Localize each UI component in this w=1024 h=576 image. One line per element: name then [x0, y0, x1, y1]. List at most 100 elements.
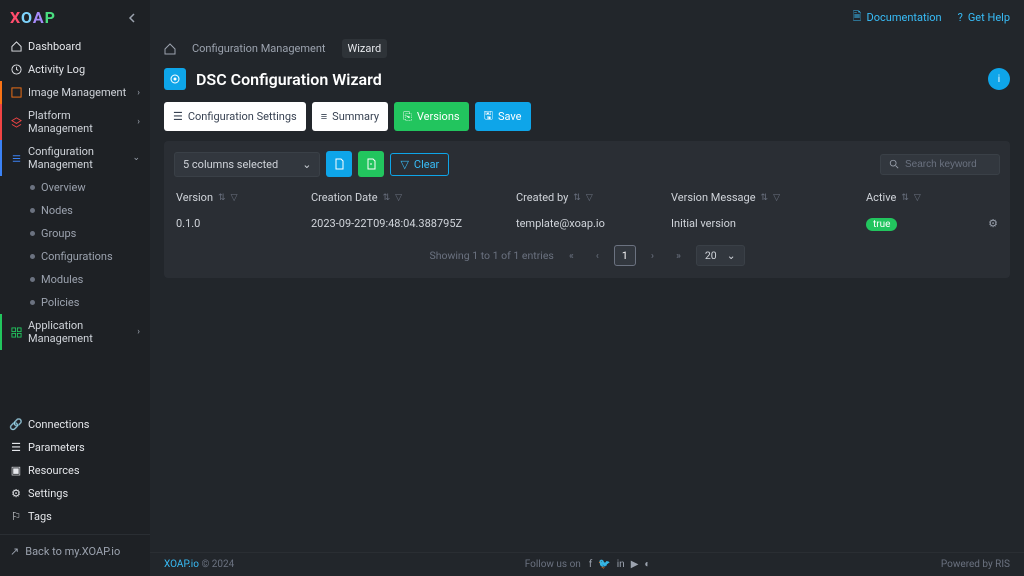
nav-overview[interactable]: Overview: [24, 176, 150, 199]
documentation-link[interactable]: 🗎Documentation: [853, 8, 942, 27]
doc-icon: 🗎: [853, 8, 862, 27]
th-by: Created by: [516, 191, 568, 204]
tabs: ☰Configuration Settings ≡Summary ⎘Versio…: [164, 102, 1010, 131]
filter-icon[interactable]: ▽: [231, 193, 238, 203]
filter-icon[interactable]: ▽: [773, 193, 780, 203]
nav-nodes[interactable]: Nodes: [24, 199, 150, 222]
back-link[interactable]: ↗ Back to my.XOAP.io: [0, 534, 150, 568]
cell-msg: Initial version: [671, 217, 866, 230]
chevron-down-icon: ⌄: [302, 158, 311, 171]
sort-icon[interactable]: ⇅: [218, 193, 226, 203]
sort-icon[interactable]: ⇅: [901, 193, 909, 203]
sort-icon[interactable]: ⇅: [383, 193, 391, 203]
page-current[interactable]: 1: [614, 245, 636, 266]
search-input[interactable]: [905, 159, 991, 170]
nav-activity[interactable]: Activity Log: [0, 58, 150, 81]
save-button[interactable]: 🖫Save: [475, 102, 531, 131]
breadcrumb-home-icon[interactable]: [164, 43, 176, 55]
pagination-info: Showing 1 to 1 of 1 entries: [429, 249, 553, 262]
active-badge: true: [866, 218, 897, 231]
footer-brand[interactable]: XOAP.io: [164, 559, 199, 570]
twitter-icon[interactable]: 🐦: [598, 559, 610, 570]
help-icon: ?: [958, 11, 963, 24]
logo[interactable]: XOAP: [10, 8, 56, 27]
breadcrumb-wizard[interactable]: Wizard: [342, 39, 388, 58]
nav-app-mgmt[interactable]: Application Management ›: [0, 314, 150, 350]
box-icon: ▣: [10, 465, 22, 477]
nav-label: Image Management: [28, 86, 126, 99]
grid-icon: [10, 326, 22, 338]
th-version: Version: [176, 191, 213, 204]
settings-icon: ☰: [173, 110, 183, 123]
github-icon[interactable]: ◐: [644, 559, 650, 570]
row-settings-icon[interactable]: ⚙: [988, 217, 998, 230]
nav-parameters[interactable]: ☰Parameters: [0, 436, 150, 459]
filter-icon[interactable]: ▽: [914, 193, 921, 203]
image-icon: [10, 87, 22, 99]
breadcrumb-config[interactable]: Configuration Management: [186, 39, 332, 58]
page-prev[interactable]: ‹: [589, 246, 606, 265]
layers-icon: [10, 116, 22, 128]
page-first[interactable]: «: [562, 246, 581, 265]
help-link[interactable]: ?Get Help: [958, 11, 1010, 24]
filter-icon[interactable]: ▽: [586, 193, 593, 203]
nav-platform-mgmt[interactable]: Platform Management ›: [0, 104, 150, 140]
sliders-icon: [10, 152, 22, 164]
nav-policies[interactable]: Policies: [24, 291, 150, 314]
nav-connections[interactable]: 🔗Connections: [0, 413, 150, 436]
nav-label: Activity Log: [28, 63, 85, 76]
nav-tags[interactable]: ⚐Tags: [0, 505, 150, 528]
save-icon: 🖫: [484, 107, 493, 126]
link-icon: 🔗: [10, 419, 22, 431]
footer: XOAP.io © 2024 Follow us on f 🐦 in ▶ ◐ P…: [150, 552, 1024, 576]
nav-config-mgmt[interactable]: Configuration Management ⌄: [0, 140, 150, 176]
sort-icon[interactable]: ⇅: [761, 193, 769, 203]
tab-config-settings[interactable]: ☰Configuration Settings: [164, 102, 306, 131]
page-next[interactable]: ›: [644, 246, 661, 265]
tab-versions[interactable]: ⎘Versions: [394, 102, 469, 131]
back-icon: ↗: [10, 545, 19, 558]
sort-icon[interactable]: ⇅: [573, 193, 581, 203]
nav-modules[interactable]: Modules: [24, 268, 150, 291]
nav-config-submenu: Overview Nodes Groups Configurations Mod…: [0, 176, 150, 314]
follow-label: Follow us on: [525, 559, 581, 570]
nav-image-mgmt[interactable]: Image Management ›: [0, 81, 150, 104]
linkedin-icon[interactable]: in: [617, 559, 625, 570]
gear-icon: ⚙: [10, 488, 22, 500]
search-box[interactable]: [880, 154, 1000, 175]
download-button[interactable]: [358, 151, 384, 177]
nav-dashboard[interactable]: Dashboard: [0, 35, 150, 58]
topbar: 🗎Documentation ?Get Help: [150, 0, 1024, 35]
facebook-icon[interactable]: f: [589, 559, 592, 570]
versions-icon: ⎘: [403, 110, 412, 124]
summary-icon: ≡: [321, 110, 327, 123]
nav-resources[interactable]: ▣Resources: [0, 459, 150, 482]
nav-groups[interactable]: Groups: [24, 222, 150, 245]
page-title: DSC Configuration Wizard: [196, 70, 978, 89]
user-avatar[interactable]: i: [988, 68, 1010, 90]
tab-summary[interactable]: ≡Summary: [312, 102, 388, 131]
cell-by: template@xoap.io: [516, 217, 671, 230]
nav-configurations[interactable]: Configurations: [24, 245, 150, 268]
table-row[interactable]: 0.1.0 2023-09-22T09:48:04.388795Z templa…: [174, 210, 1000, 237]
powered-by: Powered by RIS: [941, 559, 1010, 570]
nav-bottom: 🔗Connections ☰Parameters ▣Resources ⚙Set…: [0, 409, 150, 576]
list-icon: ☰: [10, 442, 22, 454]
youtube-icon[interactable]: ▶: [631, 559, 639, 570]
nav-settings[interactable]: ⚙Settings: [0, 482, 150, 505]
column-selector[interactable]: 5 columns selected ⌄: [174, 152, 320, 177]
filter-icon[interactable]: ▽: [395, 193, 402, 203]
cell-creation: 2023-09-22T09:48:04.388795Z: [311, 217, 516, 230]
export-button[interactable]: [326, 151, 352, 177]
chevron-right-icon: ›: [137, 327, 140, 337]
th-creation: Creation Date: [311, 191, 378, 204]
versions-panel: 5 columns selected ⌄ ▽Clear Version ⇅ ▽: [164, 141, 1010, 278]
page-last[interactable]: »: [669, 246, 688, 265]
sidebar-collapse-button[interactable]: [126, 11, 140, 25]
chevron-down-icon: ⌄: [727, 249, 736, 262]
page-size-select[interactable]: 20⌄: [696, 245, 745, 266]
clear-button[interactable]: ▽Clear: [390, 153, 449, 176]
nav-label: Platform Management: [28, 109, 131, 135]
pagination: Showing 1 to 1 of 1 entries « ‹ 1 › » 20…: [174, 237, 1000, 268]
chevron-right-icon: ›: [137, 117, 140, 127]
